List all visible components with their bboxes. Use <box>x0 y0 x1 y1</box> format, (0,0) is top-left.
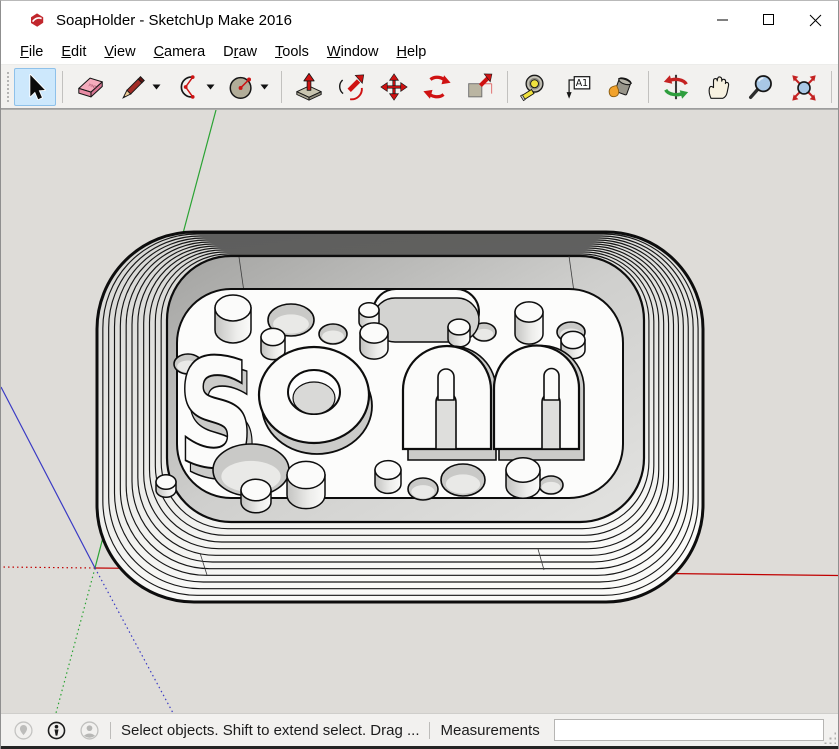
letter-a <box>403 346 496 460</box>
soap-holder-model[interactable]: S S <box>97 232 703 602</box>
info-icon <box>47 721 66 740</box>
maximize-button[interactable] <box>746 1 792 39</box>
user-avatar-icon <box>80 721 99 740</box>
chevron-down-icon <box>152 83 161 90</box>
close-button[interactable] <box>792 1 838 39</box>
statusbar-separator <box>110 722 111 739</box>
paint-bucket-icon <box>605 72 635 102</box>
move-tool-button[interactable] <box>373 68 416 106</box>
scale-icon <box>464 72 494 102</box>
sketchup-logo-icon <box>28 11 46 29</box>
model-canvas[interactable]: S S <box>1 110 838 713</box>
line-tool-dropdown[interactable] <box>151 68 163 106</box>
circle-shape-icon <box>227 72 257 102</box>
menu-item-draw[interactable]: Draw <box>214 41 266 63</box>
zoom-icon <box>746 72 776 102</box>
move-icon <box>379 72 409 102</box>
sign-in-button[interactable] <box>78 719 100 741</box>
arc-tool-dropdown[interactable] <box>205 68 217 106</box>
line-tool-button[interactable] <box>112 68 155 106</box>
credits-button[interactable] <box>45 719 67 741</box>
follow-me-tool-button[interactable] <box>330 68 373 106</box>
menu-item-edit[interactable]: Edit <box>52 41 95 63</box>
pencil-icon <box>118 72 148 102</box>
zoom-tool-button[interactable] <box>740 68 783 106</box>
pan-tool-button[interactable] <box>697 68 740 106</box>
push-pull-tool-button[interactable] <box>288 68 331 106</box>
orbit-tool-button[interactable] <box>655 68 698 106</box>
rotate-tool-button[interactable] <box>416 68 459 106</box>
main-toolbar: PINK <box>1 65 838 109</box>
arc-icon <box>173 72 203 102</box>
eraser-icon: PINK <box>76 72 106 102</box>
geolocation-icon <box>14 721 33 740</box>
menu-item-file[interactable]: File <box>11 41 52 63</box>
menu-bar: FileEditViewCameraDrawToolsWindowHelp <box>1 39 838 65</box>
zoom-extents-tool-button[interactable] <box>782 68 825 106</box>
paint-bucket-tool-button[interactable] <box>599 68 642 106</box>
pan-hand-icon <box>703 72 733 102</box>
status-bar: Select objects. Shift to extend select. … <box>1 713 838 746</box>
chevron-down-icon <box>260 83 269 90</box>
menu-item-camera[interactable]: Camera <box>145 41 215 63</box>
scale-tool-button[interactable] <box>458 68 501 106</box>
tape-measure-tool-button[interactable] <box>514 68 557 106</box>
text-annotation-icon: A1 <box>563 72 593 102</box>
minimize-icon <box>717 14 729 26</box>
menu-item-tools[interactable]: Tools <box>266 41 318 63</box>
toolbar-separator <box>507 71 508 103</box>
push-pull-icon <box>294 72 324 102</box>
measurements-label: Measurements <box>440 722 539 739</box>
close-icon <box>809 14 822 27</box>
measurements-input[interactable] <box>554 719 824 741</box>
shapes-tool-dropdown[interactable] <box>259 68 271 106</box>
orbit-icon <box>661 72 691 102</box>
select-tool-button[interactable] <box>14 68 57 106</box>
drawing-viewport[interactable]: S S <box>1 109 838 713</box>
toolbar-grip[interactable] <box>5 70 9 104</box>
select-arrow-icon <box>20 72 50 102</box>
tape-measure-icon <box>520 72 550 102</box>
toolbar-separator <box>648 71 649 103</box>
geolocation-button[interactable] <box>12 719 34 741</box>
shapes-tool-button[interactable] <box>221 68 264 106</box>
sketchup-window: SoapHolder - SketchUp Make 2016 FileEdit… <box>0 0 839 749</box>
text-tool-button[interactable]: A1 <box>556 68 599 106</box>
arc-tool-button[interactable] <box>166 68 209 106</box>
zoom-extents-icon <box>789 72 819 102</box>
toolbar-separator <box>62 71 63 103</box>
letter-o <box>259 347 372 454</box>
maximize-icon <box>763 14 775 26</box>
rotate-icon <box>422 72 452 102</box>
window-title: SoapHolder - SketchUp Make 2016 <box>56 12 292 29</box>
menu-item-window[interactable]: Window <box>318 41 388 63</box>
toolbar-separator <box>281 71 282 103</box>
minimize-button[interactable] <box>700 1 746 39</box>
letter-p <box>494 346 584 461</box>
chevron-down-icon <box>206 83 215 90</box>
follow-me-icon <box>337 72 367 102</box>
eraser-tool-button[interactable]: PINK <box>69 68 112 106</box>
status-message: Select objects. Shift to extend select. … <box>121 722 419 739</box>
menu-item-view[interactable]: View <box>95 41 144 63</box>
menu-item-help[interactable]: Help <box>387 41 435 63</box>
toolbar-separator <box>831 71 832 103</box>
statusbar-separator <box>429 722 430 739</box>
text-icon-label: A1 <box>575 78 587 89</box>
resize-grip[interactable] <box>823 731 836 744</box>
title-bar: SoapHolder - SketchUp Make 2016 <box>1 1 838 39</box>
